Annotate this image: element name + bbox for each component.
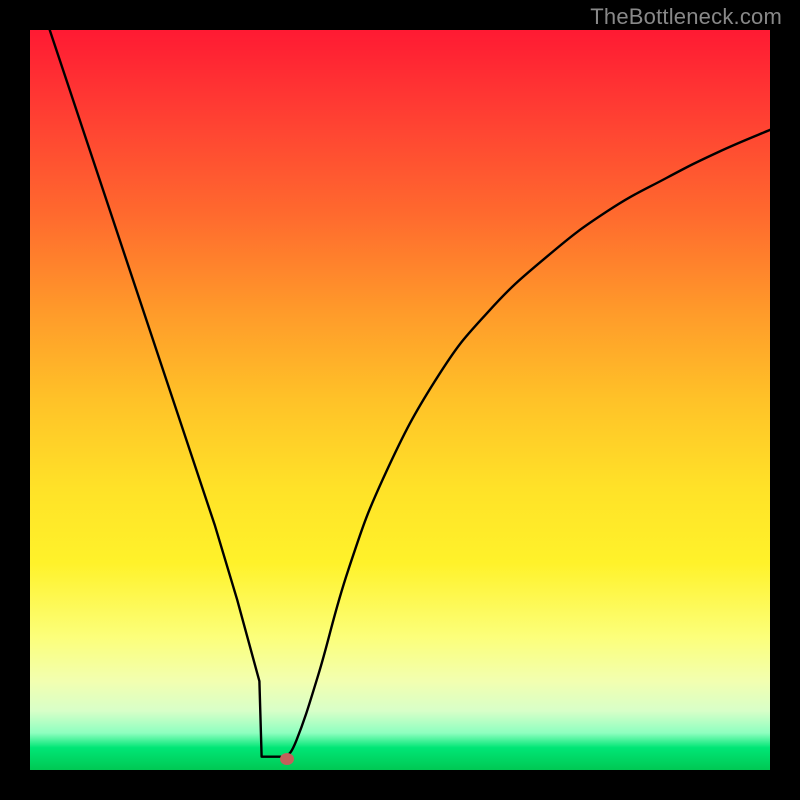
- chart-plot-area: [30, 30, 770, 770]
- chart-minimum-marker: [280, 753, 294, 765]
- chart-curve-svg: [30, 30, 770, 770]
- chart-curve-path: [30, 30, 770, 757]
- watermark-text: TheBottleneck.com: [590, 4, 782, 30]
